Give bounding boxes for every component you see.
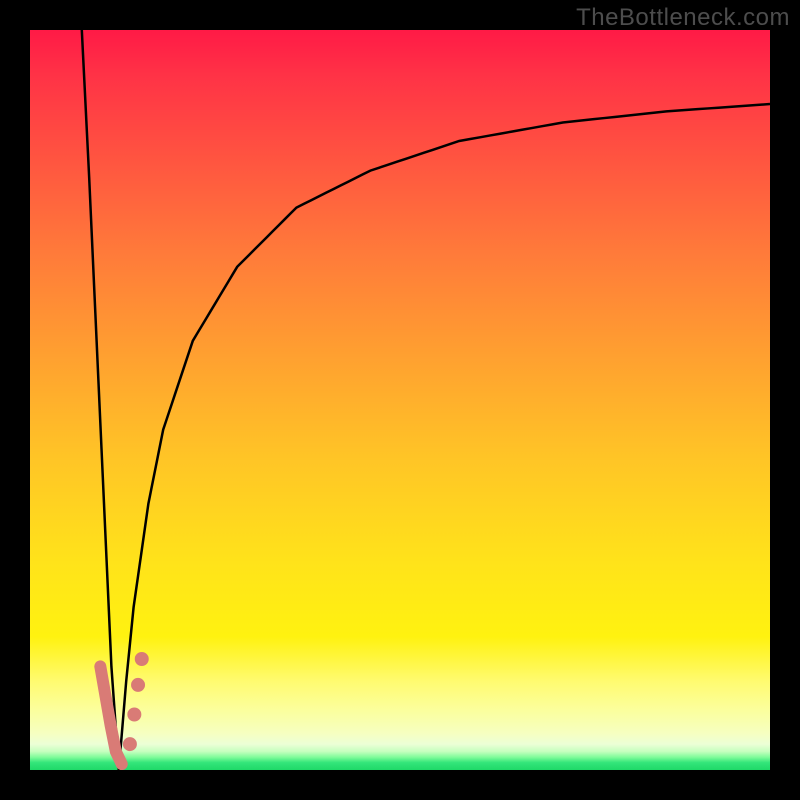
left-branch-curve xyxy=(82,30,119,770)
marker-dot xyxy=(128,708,141,721)
right-branch-curve xyxy=(119,104,770,770)
marker-dot xyxy=(135,653,148,666)
watermark-text: TheBottleneck.com xyxy=(576,4,790,32)
marker-dot xyxy=(123,738,136,751)
chart-frame: TheBottleneck.com xyxy=(0,0,800,800)
plot-area xyxy=(30,30,770,770)
marker-stroke-left xyxy=(100,666,121,764)
marker-dot xyxy=(132,678,145,691)
curve-layer xyxy=(30,30,770,770)
